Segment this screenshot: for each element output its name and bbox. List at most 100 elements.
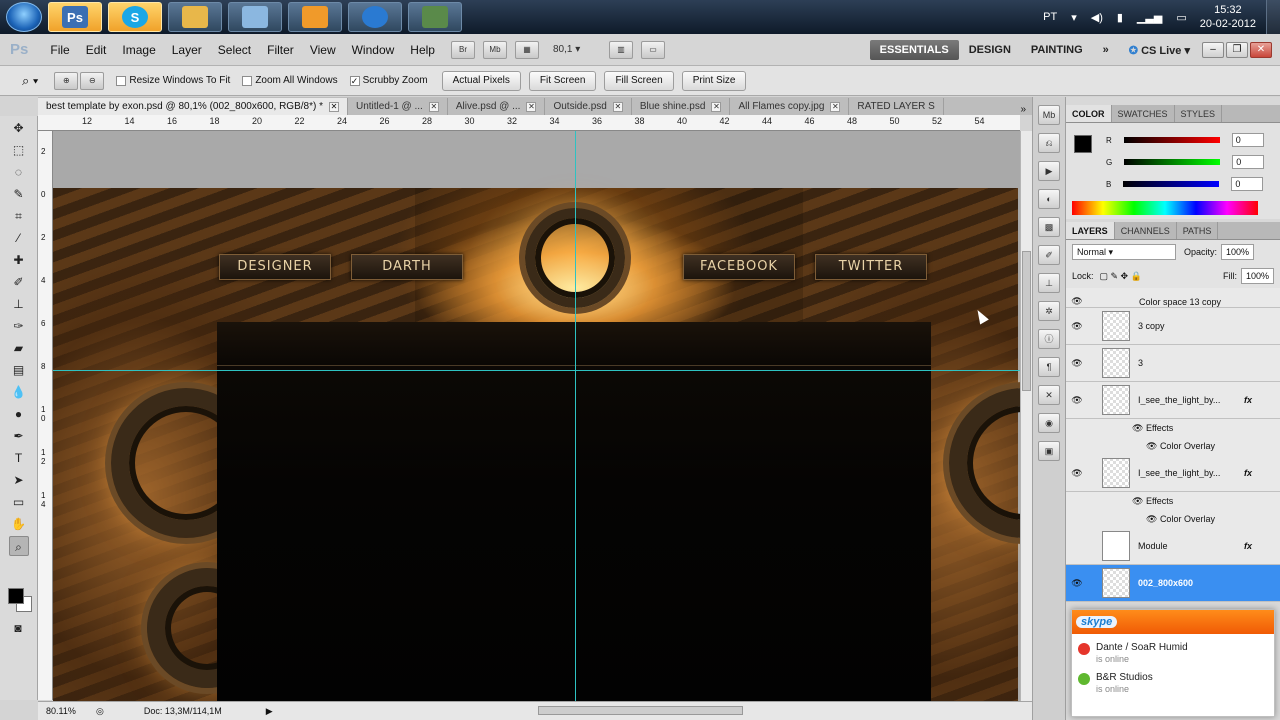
skype-notification[interactable]: skype Dante / SoaR Humid is online B&R St… [1071,609,1275,717]
status-arrow-icon[interactable]: ▶ [266,706,273,717]
layer-002-800x600[interactable]: 👁 002_800x600 [1066,565,1280,602]
blend-mode-select[interactable]: Normal ▾ [1072,244,1176,260]
eye-icon[interactable]: 👁 [1069,296,1085,307]
more-tabs-icon[interactable]: » [1020,104,1026,115]
info-panel-icon[interactable]: ⓘ [1038,329,1060,349]
skype-contact-2[interactable]: B&R Studios is online [1078,672,1274,694]
power-icon[interactable]: ▭ [1176,11,1186,24]
tab-channels[interactable]: CHANNELS [1115,222,1177,239]
eye-icon[interactable]: 👁 [1069,578,1085,589]
scroll-thumb[interactable] [1022,251,1031,391]
effects-row[interactable]: 👁 Effects [1066,492,1280,510]
menu-layer[interactable]: Layer [164,43,210,57]
tab-swatches[interactable]: SWATCHES [1112,105,1175,122]
adjustments-panel-icon[interactable]: ◐ [1038,189,1060,209]
tab-rated-layer[interactable]: RATED LAYER S [849,98,944,115]
close-button[interactable]: ✕ [1250,42,1272,58]
menu-select[interactable]: Select [210,43,259,57]
eye-icon[interactable]: 👁 [1132,496,1146,507]
close-icon[interactable]: ✕ [526,101,537,112]
opacity-field[interactable]: 100% [1221,244,1255,260]
clock[interactable]: 15:32 20-02-2012 [1200,3,1256,31]
eraser-tool-icon[interactable]: ▰ [9,338,29,358]
taskbar-camtasia[interactable] [348,2,402,32]
menu-view[interactable]: View [302,43,344,57]
vertical-scrollbar[interactable] [1020,131,1032,701]
foreground-color-swatch[interactable] [8,588,24,604]
red-slider[interactable] [1123,137,1220,143]
close-icon[interactable]: ✕ [612,101,623,112]
zoom-level-dropdown[interactable]: 80,1 ▾ [553,41,601,59]
marquee-tool-icon[interactable]: ⬚ [9,140,29,160]
green-slider[interactable] [1124,159,1221,165]
quick-mask-icon[interactable]: ◙ [8,618,28,638]
taskbar-photoshop[interactable]: Ps [48,2,102,32]
volume-icon[interactable]: ◀) [1091,11,1103,24]
pen-tool-icon[interactable]: ✒ [9,426,29,446]
vertical-guide[interactable] [575,131,576,701]
tab-outside[interactable]: Outside.psd ✕ [545,98,632,115]
blur-tool-icon[interactable]: 💧 [9,382,29,402]
fit-screen-button[interactable]: Fit Screen [528,70,597,91]
start-button[interactable] [6,2,42,32]
clone-source-panel-icon[interactable]: ⊥ [1038,273,1060,293]
hand-tool-icon[interactable]: ✋ [9,514,29,534]
zoom-tool-icon[interactable]: ⌕ [8,536,29,556]
type-tool-icon[interactable]: T [9,448,29,468]
workspace-essentials[interactable]: ESSENTIALS [869,40,959,60]
print-size-button[interactable]: Print Size [681,70,747,91]
taskbar-skype[interactable]: S [108,2,162,32]
blue-value[interactable]: 0 [1231,177,1264,191]
eye-icon[interactable]: 👁 [1069,321,1085,332]
close-icon[interactable]: ✕ [428,101,439,112]
menu-window[interactable]: Window [344,43,403,57]
language-indicator[interactable]: PT [1043,11,1057,23]
status-menu-icon[interactable]: ◎ [96,706,104,717]
tab-best-template[interactable]: best template by exon.psd @ 80,1% (002_8… [38,98,348,115]
fill-field[interactable]: 100% [1240,268,1274,284]
color-fg-swatch[interactable] [1074,135,1092,153]
layer-color-space-copy[interactable]: 👁 Color space 13 copy [1066,288,1280,308]
workspace-design[interactable]: DESIGN [959,44,1021,56]
paragraph-panel-icon[interactable]: ¶ [1038,357,1060,377]
zoom-in-icon[interactable]: ⊕ [54,71,79,90]
healing-tool-icon[interactable]: ✚ [9,250,29,270]
taskbar-media-player[interactable] [288,2,342,32]
tray-expand-icon[interactable]: ▾ [1071,11,1077,24]
eye-hidden-icon[interactable] [1069,541,1085,551]
layer-i-see-the-light-2[interactable]: 👁 I_see_the_light_by... fx [1066,455,1280,492]
tab-color[interactable]: COLOR [1066,105,1112,122]
arrange-documents-icon[interactable]: ▥ [608,40,633,59]
color-overlay-row[interactable]: 👁 Color Overlay [1066,437,1280,455]
screen-mode-icon[interactable]: ▭ [640,40,665,59]
eye-icon[interactable]: 👁 [1069,358,1085,369]
green-value[interactable]: 0 [1232,155,1265,169]
layer-i-see-the-light-1[interactable]: 👁 I_see_the_light_by... fx [1066,382,1280,419]
cs-live-button[interactable]: ✪ CS Live ▾ [1119,44,1200,57]
taskbar-other-app[interactable] [408,2,462,32]
signal-icon[interactable]: ▁▃▅ [1137,11,1162,24]
eye-icon[interactable]: 👁 [1146,441,1160,452]
eye-icon[interactable]: 👁 [1132,423,1146,434]
zoom-all-checkbox[interactable]: Zoom All Windows [242,75,338,86]
close-icon[interactable]: ✕ [328,101,339,112]
quick-select-tool-icon[interactable]: ✎ [9,184,29,204]
layer-module[interactable]: Module fx [1066,528,1280,565]
color-overlay-row[interactable]: 👁 Color Overlay [1066,510,1280,528]
horizontal-scrollbar[interactable] [538,706,743,715]
brush-tool-icon[interactable]: ✐ [9,272,29,292]
dodge-tool-icon[interactable]: ● [9,404,29,424]
layer-3[interactable]: 👁 3 [1066,345,1280,382]
masks-panel-icon[interactable]: ▩ [1038,217,1060,237]
more-workspaces-icon[interactable]: » [1093,44,1119,56]
bridge-icon[interactable]: Br [450,40,475,59]
network-icon[interactable]: ▮ [1117,11,1123,24]
close-icon[interactable]: ✕ [711,101,722,112]
gradient-tool-icon[interactable]: ▤ [9,360,29,380]
history-panel-icon[interactable]: ⎌ [1038,133,1060,153]
eyedropper-tool-icon[interactable]: ⁄ [9,228,29,248]
skype-contact-1[interactable]: Dante / SoaR Humid is online [1078,642,1274,664]
menu-image[interactable]: Image [114,43,163,57]
crop-tool-icon[interactable]: ⌗ [9,206,29,226]
taskbar-notepad[interactable] [228,2,282,32]
